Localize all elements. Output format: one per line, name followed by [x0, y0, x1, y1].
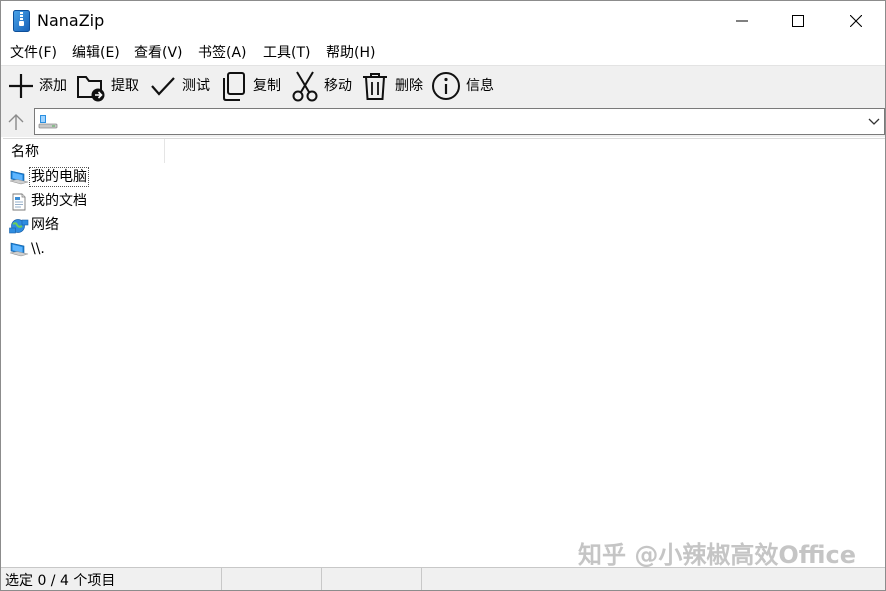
column-header-name[interactable]: 名称	[3, 139, 165, 163]
close-icon	[850, 15, 862, 27]
arrow-up-icon	[8, 114, 24, 130]
document-icon	[12, 193, 26, 211]
minimize-button[interactable]	[713, 1, 771, 41]
test-button[interactable]: 测试	[147, 66, 215, 106]
menu-bar: 文件(F) 编辑(E) 查看(V) 书签(A) 工具(T) 帮助(H)	[1, 41, 885, 65]
add-button[interactable]: 添加	[5, 66, 73, 106]
menu-bookmarks[interactable]: 书签(A)	[198, 43, 247, 63]
list-item-device-root[interactable]: \\.	[9, 239, 209, 261]
menu-help[interactable]: 帮助(H)	[326, 43, 375, 63]
delete-label: 删除	[395, 78, 423, 94]
file-list[interactable]: 名称 我的电脑 我的文档 网络 \\.	[3, 138, 885, 567]
list-item-my-documents[interactable]: 我的文档	[9, 191, 209, 213]
network-icon	[9, 219, 29, 234]
minimize-icon	[736, 20, 748, 22]
list-item-network[interactable]: 网络	[9, 215, 209, 237]
computer-icon	[9, 170, 29, 185]
list-item-my-computer[interactable]: 我的电脑	[9, 167, 209, 189]
close-button[interactable]	[827, 1, 885, 41]
extract-button[interactable]: 提取	[75, 66, 145, 106]
copy-button[interactable]: 复制	[218, 66, 286, 106]
list-item-label: 我的电脑	[29, 167, 89, 187]
copy-label: 复制	[253, 78, 281, 94]
watermark: 知乎 @小辣椒高效Office	[578, 541, 857, 569]
info-label: 信息	[466, 78, 494, 94]
window-title: NanaZip	[37, 11, 105, 30]
status-pane-selection: 选定 0 / 4 个项目	[1, 568, 222, 590]
info-button[interactable]: 信息	[430, 66, 498, 106]
list-item-label: \\.	[31, 241, 45, 257]
trash-icon	[363, 73, 387, 100]
nanazip-app-icon	[13, 10, 30, 32]
maximize-icon	[792, 15, 804, 27]
test-label: 测试	[182, 78, 210, 94]
plus-icon	[9, 74, 33, 98]
delete-button[interactable]: 删除	[359, 66, 429, 106]
checkmark-icon	[151, 77, 175, 96]
menu-tools[interactable]: 工具(T)	[263, 43, 310, 63]
status-bar: 选定 0 / 4 个项目	[1, 567, 885, 590]
add-label: 添加	[39, 78, 67, 94]
extract-folder-icon	[77, 76, 105, 102]
nanazip-window: NanaZip 文件(F) 编辑(E) 查看(V) 书签(A) 工具(T) 帮助…	[0, 0, 886, 591]
info-icon	[432, 72, 460, 100]
extract-label: 提取	[111, 78, 139, 94]
address-combobox[interactable]	[34, 108, 885, 135]
scissors-icon	[292, 71, 318, 102]
title-bar[interactable]: NanaZip	[1, 1, 885, 41]
move-label: 移动	[324, 78, 352, 94]
chevron-down-icon[interactable]	[868, 115, 880, 129]
menu-file[interactable]: 文件(F)	[10, 43, 57, 63]
list-item-label: 我的文档	[31, 193, 87, 209]
menu-edit[interactable]: 编辑(E)	[72, 43, 120, 63]
move-button[interactable]: 移动	[289, 66, 357, 106]
maximize-button[interactable]	[769, 1, 827, 41]
computer-drive-icon	[38, 115, 58, 129]
toolbar: 添加 提取 测试 复制 移动 删除 信息	[1, 65, 885, 107]
list-item-label: 网络	[31, 217, 59, 233]
menu-view[interactable]: 查看(V)	[134, 43, 183, 63]
status-pane-3	[322, 568, 422, 590]
column-header-label: 名称	[11, 144, 39, 160]
up-folder-button[interactable]	[3, 110, 29, 134]
status-selection-text: 选定 0 / 4 个项目	[5, 573, 116, 589]
status-pane-2	[222, 568, 322, 590]
computer-icon	[9, 242, 29, 257]
copy-icon	[223, 72, 245, 101]
address-bar	[1, 106, 885, 137]
